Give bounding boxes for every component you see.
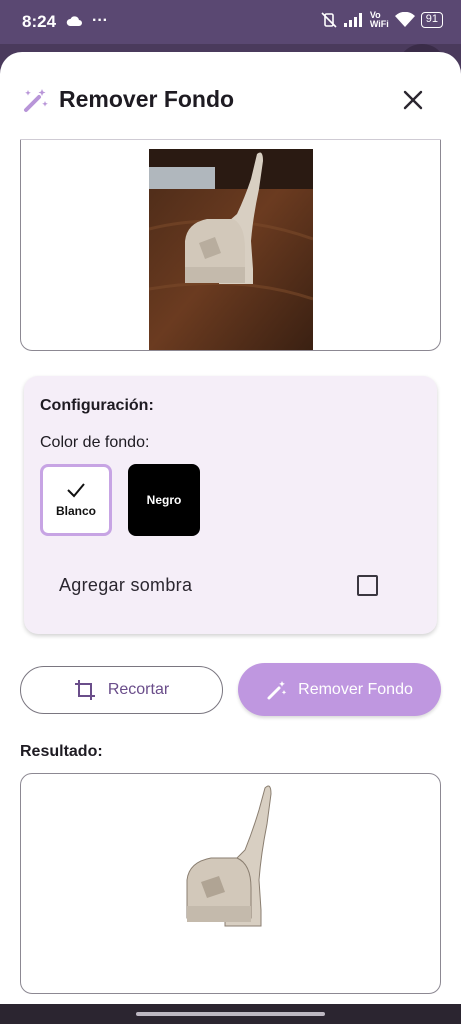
configuration-card: Configuración: Color de fondo: Blanco Ne… bbox=[24, 376, 437, 634]
sheet-title: Remover Fondo bbox=[59, 86, 235, 112]
remove-background-button[interactable]: Remover Fondo bbox=[238, 663, 441, 716]
signal-icon bbox=[343, 13, 362, 27]
cloud-icon bbox=[66, 15, 82, 26]
background-color-label: Color de fondo: bbox=[40, 434, 150, 451]
crop-icon bbox=[74, 680, 95, 700]
source-image-card bbox=[20, 140, 441, 351]
crop-button[interactable]: Recortar bbox=[20, 666, 223, 714]
source-photo bbox=[149, 149, 313, 350]
check-icon bbox=[67, 483, 85, 498]
crop-button-label: Recortar bbox=[107, 681, 170, 698]
add-shadow-checkbox[interactable] bbox=[357, 575, 378, 596]
result-image-card bbox=[20, 773, 441, 994]
close-icon[interactable] bbox=[401, 88, 425, 112]
magic-wand-icon bbox=[267, 680, 287, 699]
sheet-header: Remover Fondo bbox=[0, 52, 461, 140]
status-notification-icons: ··· bbox=[66, 12, 108, 30]
battery-indicator: 91 bbox=[420, 12, 443, 28]
config-title: Configuración: bbox=[40, 397, 154, 414]
remove-background-sheet: Remover Fondo Configuración: Color de fo… bbox=[0, 52, 461, 1004]
color-option-black[interactable]: Negro bbox=[128, 464, 200, 536]
color-option-label: Negro bbox=[146, 493, 182, 507]
magic-wand-icon bbox=[24, 89, 48, 112]
status-right-icons: Vo WiFi 91 bbox=[320, 11, 443, 29]
home-gesture-handle[interactable] bbox=[136, 1012, 325, 1016]
wifi-icon bbox=[394, 12, 415, 27]
more-notifications-icon: ··· bbox=[92, 12, 108, 29]
status-time: 8:24 bbox=[22, 12, 57, 31]
result-photo bbox=[186, 785, 272, 927]
add-shadow-label: Agregar sombra bbox=[59, 575, 193, 595]
remove-background-label: Remover Fondo bbox=[298, 680, 413, 698]
result-title: Resultado: bbox=[20, 743, 103, 760]
color-option-label: Blanco bbox=[55, 504, 96, 518]
navigation-bar bbox=[0, 1004, 461, 1024]
vowifi-label: Vo WiFi bbox=[369, 10, 389, 29]
color-option-white[interactable]: Blanco bbox=[40, 464, 112, 536]
mute-vibrate-icon bbox=[321, 12, 337, 28]
status-bar: 8:24 ··· Vo WiFi 91 bbox=[0, 0, 461, 44]
